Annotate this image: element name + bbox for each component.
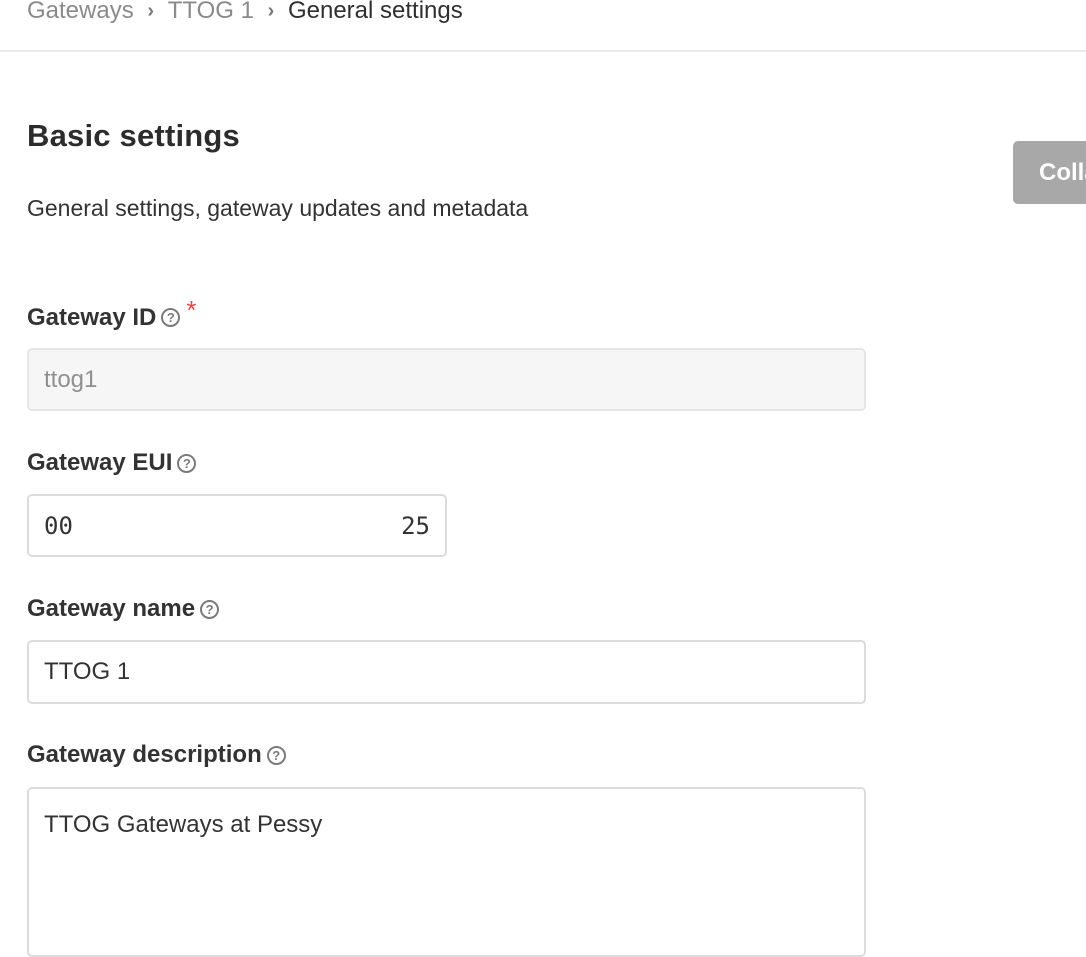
gateway-eui-input[interactable]: 00 25 xyxy=(27,494,447,557)
chevron-right-icon: › xyxy=(267,0,275,22)
question-circle-icon[interactable]: ? xyxy=(177,453,197,473)
question-circle-icon[interactable]: ? xyxy=(200,599,220,619)
gateway-description-label-text: Gateway description xyxy=(27,741,262,768)
gateway-description-label: Gateway description ? xyxy=(27,741,286,769)
chevron-right-icon: › xyxy=(147,0,155,22)
gateway-eui-label: Gateway EUI ? xyxy=(27,449,197,477)
section-description: General settings, gateway updates and me… xyxy=(27,195,529,221)
gateway-name-input[interactable]: TTOG 1 xyxy=(27,640,866,704)
gateway-name-label-text: Gateway name xyxy=(27,595,196,622)
gateway-name-label: Gateway name ? xyxy=(27,595,220,623)
gateway-eui-value-end: 25 xyxy=(401,511,430,540)
gateway-id-input[interactable]: ttog1 xyxy=(27,348,866,411)
gateway-id-label-text: Gateway ID xyxy=(27,303,157,331)
collapse-button[interactable]: Collapse xyxy=(1013,141,1086,204)
gateway-id-value: ttog1 xyxy=(44,365,98,393)
breadcrumb-current: General settings xyxy=(287,0,463,24)
section-title: Basic settings xyxy=(27,118,240,153)
gateway-eui-label-text: Gateway EUI xyxy=(27,449,173,476)
breadcrumb: Gateways › TTOG 1 › General settings xyxy=(27,0,463,31)
breadcrumb-gateways[interactable]: Gateways xyxy=(27,0,134,25)
gateway-id-label: Gateway ID ? * xyxy=(27,295,197,333)
gateway-name-value: TTOG 1 xyxy=(44,658,131,685)
question-circle-icon[interactable]: ? xyxy=(266,745,286,765)
gateway-description-textarea[interactable]: TTOG Gateways at Pessy xyxy=(27,787,866,957)
breadcrumb-gateway[interactable]: TTOG 1 xyxy=(168,0,254,25)
question-circle-icon[interactable]: ? xyxy=(161,308,181,327)
required-indicator: * xyxy=(186,295,197,325)
header-divider xyxy=(0,50,1086,52)
gateway-eui-value-start: 00 xyxy=(44,511,73,540)
gateway-description-value: TTOG Gateways at Pessy xyxy=(44,811,323,838)
